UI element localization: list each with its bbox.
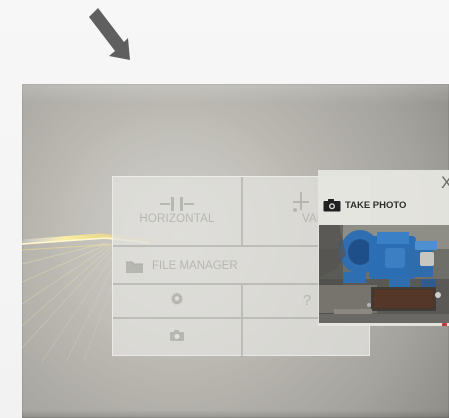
pointer-arrow-icon: [89, 8, 130, 60]
page: HORIZONTAL VALU FILE MANAGER ? X TAKE PH…: [0, 0, 449, 418]
status-marker: [442, 323, 447, 326]
camera-icon-wrap: [169, 329, 185, 347]
horizontal-shaft-icon: [160, 197, 194, 211]
help-label: ?: [302, 292, 312, 309]
values-icon: [293, 192, 309, 212]
camera-button[interactable]: [113, 319, 243, 357]
question-icon: ?: [303, 292, 311, 310]
camera-icon: [323, 199, 341, 212]
device-screen: HORIZONTAL VALU FILE MANAGER ? X TAKE PH…: [22, 84, 449, 418]
take-photo-label: TAKE PHOTO: [345, 199, 407, 211]
photo-panel: X TAKE PHOTO: [318, 170, 449, 326]
folder-icon: [126, 261, 143, 273]
settings-button[interactable]: [113, 285, 243, 317]
horizontal-label: HORIZONTAL: [139, 213, 215, 225]
gear-icon: [170, 292, 184, 305]
camera-icon: [170, 330, 184, 341]
file-manager-label: FILE MANAGER: [152, 260, 238, 272]
close-icon[interactable]: X: [441, 174, 449, 191]
horizontal-menu-button[interactable]: HORIZONTAL: [113, 177, 243, 245]
take-photo-button[interactable]: TAKE PHOTO: [323, 198, 406, 212]
machine-photo-preview: [319, 225, 449, 323]
photo-preview: [319, 225, 449, 323]
settings-icon-wrap: [170, 292, 184, 311]
screen-bottom-shadow: [22, 410, 449, 418]
